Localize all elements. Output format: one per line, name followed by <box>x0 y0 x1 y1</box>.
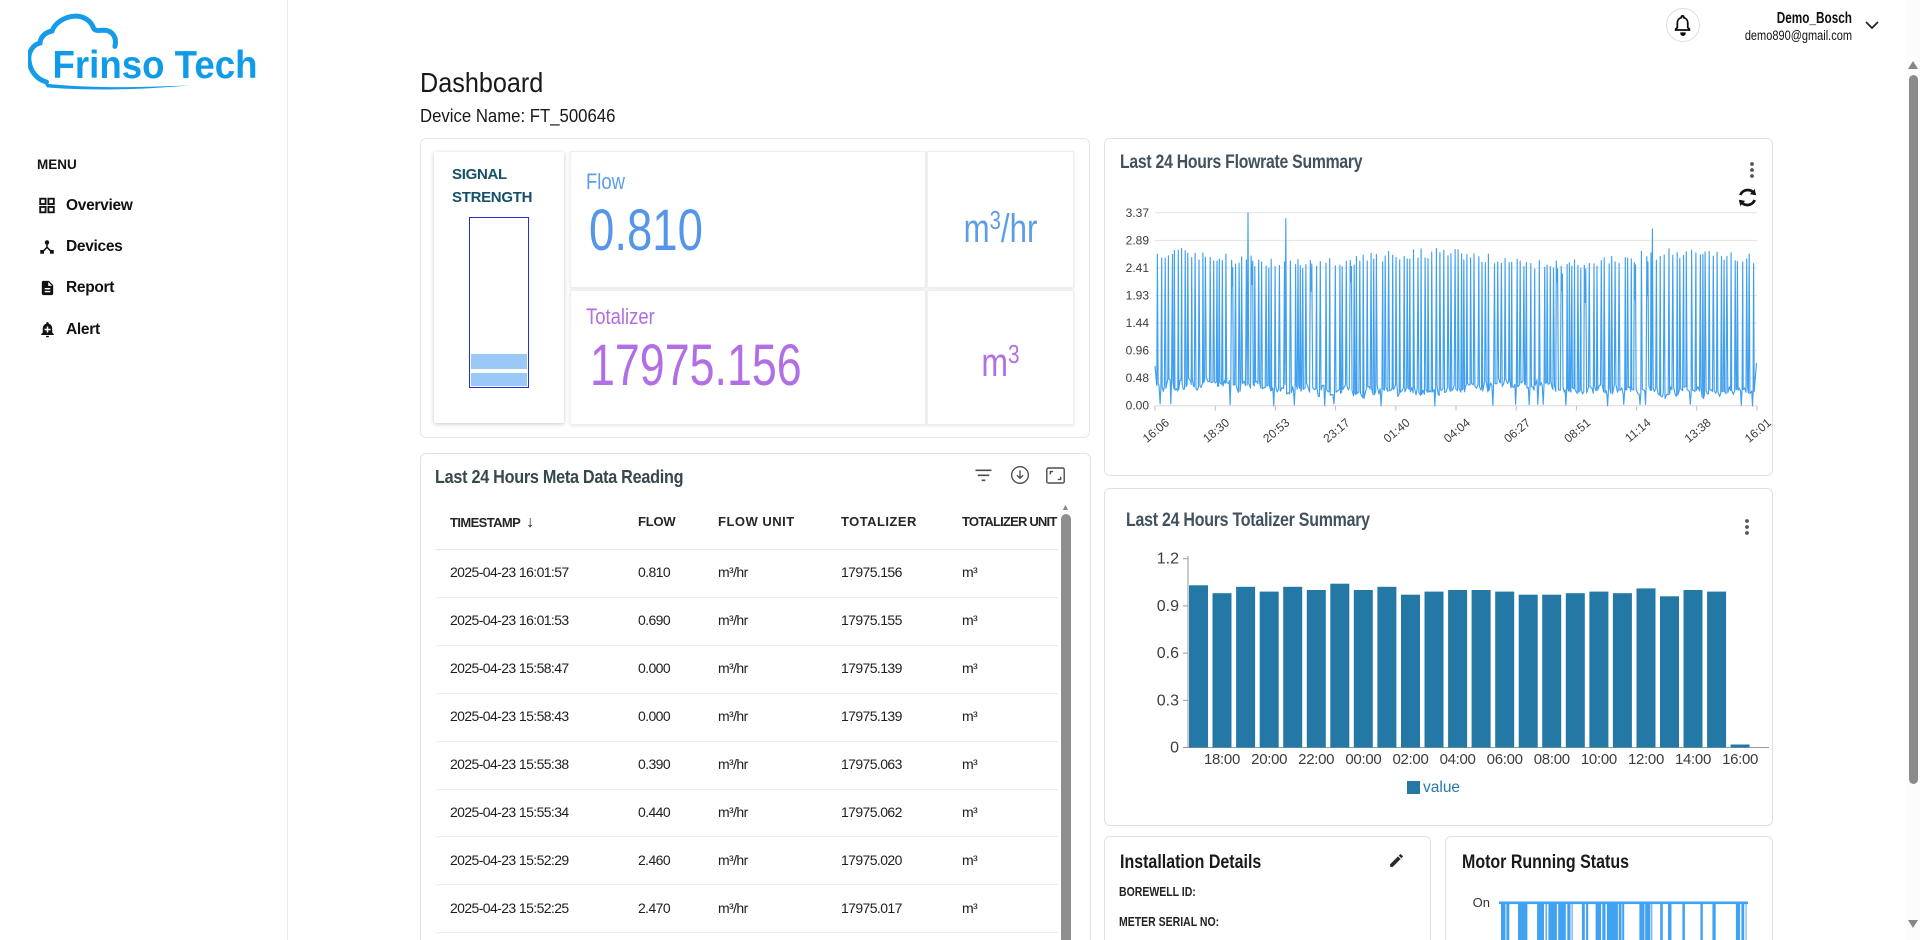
svg-text:04:00: 04:00 <box>1440 751 1476 768</box>
svg-text:1.2: 1.2 <box>1157 551 1179 568</box>
svg-text:14:00: 14:00 <box>1675 751 1711 768</box>
svg-text:10:00: 10:00 <box>1581 751 1617 768</box>
svg-text:04:04: 04:04 <box>1441 415 1473 445</box>
svg-text:11:14: 11:14 <box>1622 415 1654 445</box>
svg-text:23:17: 23:17 <box>1321 415 1353 445</box>
svg-text:0: 0 <box>1170 740 1179 757</box>
svg-text:1.44: 1.44 <box>1126 316 1150 330</box>
svg-text:08:51: 08:51 <box>1561 415 1593 445</box>
svg-text:0.00: 0.00 <box>1126 399 1150 413</box>
svg-text:16:00: 16:00 <box>1722 751 1758 768</box>
svg-text:3.37: 3.37 <box>1126 206 1150 220</box>
svg-text:13:38: 13:38 <box>1682 415 1714 445</box>
svg-text:On: On <box>1473 895 1490 910</box>
svg-text:16:01: 16:01 <box>1742 415 1773 445</box>
svg-text:08:00: 08:00 <box>1534 751 1570 768</box>
svg-text:06:27: 06:27 <box>1501 415 1533 445</box>
svg-text:00:00: 00:00 <box>1345 751 1381 768</box>
svg-text:12:00: 12:00 <box>1628 751 1664 768</box>
svg-text:20:53: 20:53 <box>1260 415 1292 445</box>
svg-text:20:00: 20:00 <box>1251 751 1287 768</box>
svg-text:01:40: 01:40 <box>1381 415 1413 445</box>
svg-text:value: value <box>1423 779 1460 796</box>
svg-text:0.48: 0.48 <box>1126 371 1150 385</box>
svg-text:2.41: 2.41 <box>1126 261 1150 275</box>
svg-text:22:00: 22:00 <box>1298 751 1334 768</box>
svg-text:02:00: 02:00 <box>1392 751 1428 768</box>
svg-text:18:00: 18:00 <box>1204 751 1240 768</box>
svg-text:18:30: 18:30 <box>1200 415 1232 445</box>
svg-text:06:00: 06:00 <box>1487 751 1523 768</box>
svg-text:0.96: 0.96 <box>1126 344 1150 358</box>
svg-text:16:06: 16:06 <box>1140 415 1172 445</box>
svg-text:0.6: 0.6 <box>1157 645 1179 662</box>
svg-text:0.9: 0.9 <box>1157 598 1179 615</box>
svg-text:1.93: 1.93 <box>1126 289 1150 303</box>
svg-text:2.89: 2.89 <box>1126 233 1150 247</box>
svg-text:0.3: 0.3 <box>1157 692 1179 709</box>
svg-text:Frinso Tech: Frinso Tech <box>53 44 258 87</box>
